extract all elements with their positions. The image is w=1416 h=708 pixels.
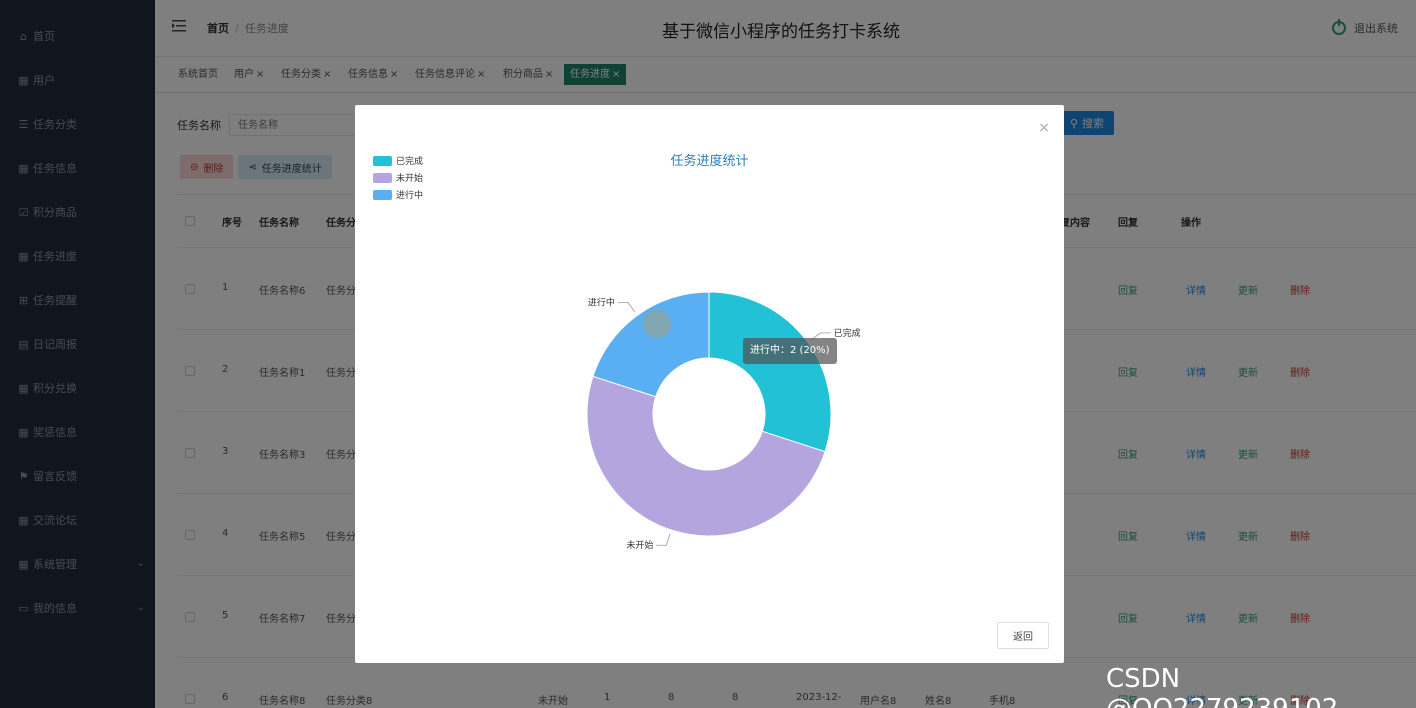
slice-label-line (656, 533, 671, 546)
slice-label: 未开始 (626, 539, 653, 551)
pie-slice[interactable] (708, 291, 832, 453)
stats-dialog: × 已完成 未开始 进行中 任务进度统计 已完成 未开始 进行中 进行中：2 (20%)… (355, 105, 1064, 663)
back-button[interactable]: 返回 (997, 622, 1049, 649)
slice-label-line (617, 301, 636, 313)
cursor-highlight (643, 310, 671, 338)
chart-tooltip: 进行中：2 (20%) (743, 338, 837, 364)
slice-label: 进行中 (588, 296, 615, 308)
watermark: CSDN @QQ2279239102 (1106, 664, 1338, 708)
slice-label: 已完成 (834, 327, 861, 339)
pie-chart: 已完成未开始 进行中 (586, 291, 861, 551)
